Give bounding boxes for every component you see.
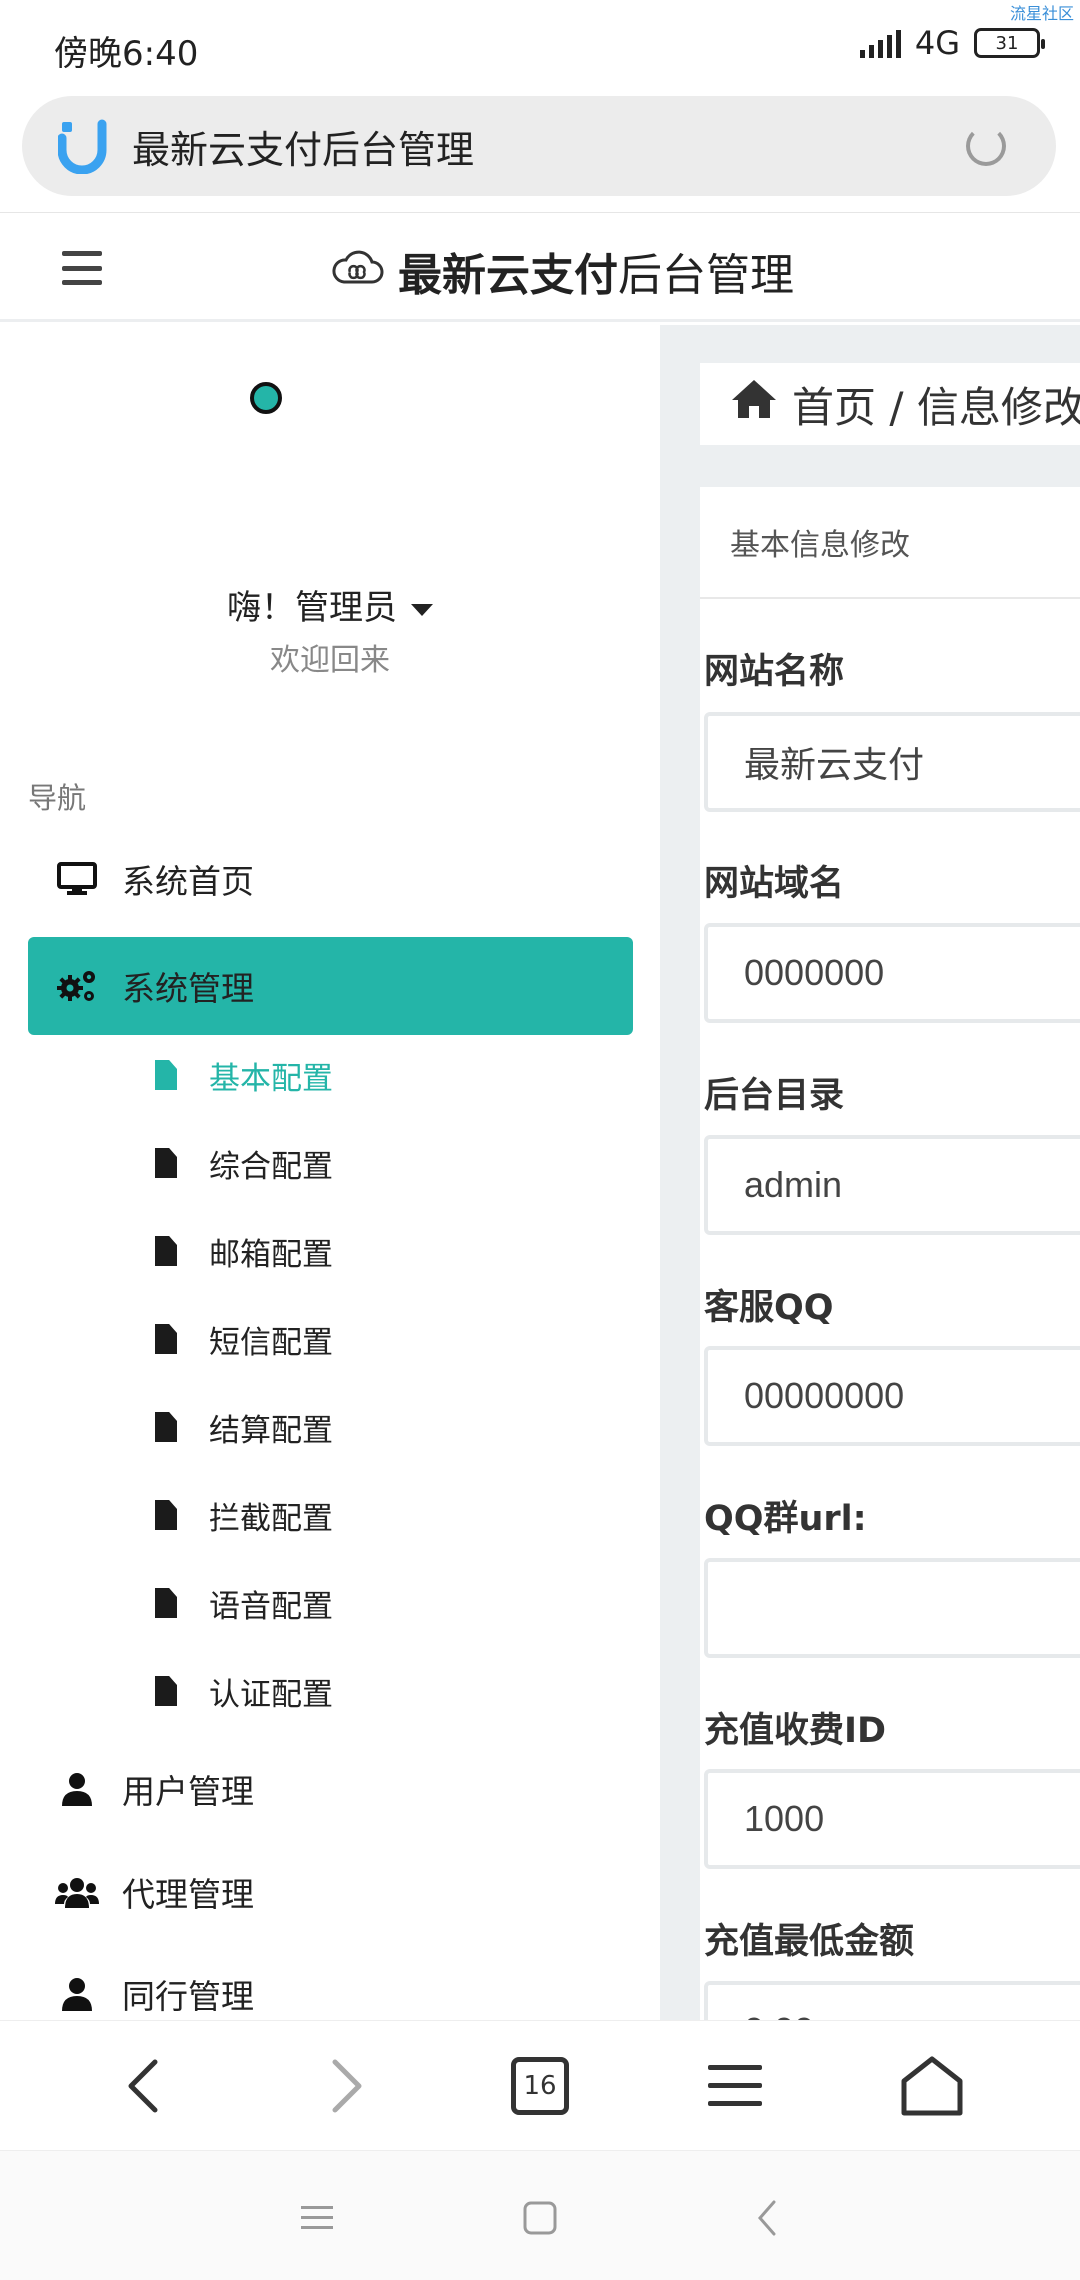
file-icon [155, 1148, 177, 1178]
status-bar: 傍晚6:40 流星社区 4G 31 [0, 0, 1080, 92]
home-icon[interactable] [730, 378, 778, 430]
card-title: 基本信息修改 [700, 487, 1080, 599]
subitem-intercept-config[interactable]: 拦截配置 [155, 1485, 333, 1545]
subitem-sms-config[interactable]: 短信配置 [155, 1309, 333, 1369]
sidebar-item-system[interactable]: 系统管理 [28, 937, 633, 1035]
breadcrumb-text: 首页 / 信息修改 [792, 382, 1080, 432]
nav-heading: 导航 [28, 781, 87, 815]
subitem-general-config[interactable]: 综合配置 [155, 1133, 333, 1193]
tab-count: 16 [511, 2057, 569, 2115]
field-label-qq-group-url: QQ群url: [704, 1499, 867, 1539]
field-label-domain: 网站域名 [704, 864, 845, 904]
brand: 最新云支付后台管理 [330, 239, 794, 303]
signal-icon [859, 28, 901, 58]
welcome-text: 欢迎回来 [270, 643, 390, 678]
user-icon [54, 1977, 100, 2011]
home-page-icon[interactable] [897, 2051, 967, 2121]
users-icon [54, 1876, 100, 1908]
subitem-settlement-config[interactable]: 结算配置 [155, 1397, 333, 1457]
sidebar-item-dashboard[interactable]: 系统首页 [28, 830, 633, 928]
user-icon [54, 1772, 100, 1806]
sidebar-item-label: 系统首页 [122, 862, 254, 901]
status-indicators: 4G 31 [859, 24, 1045, 62]
reload-icon[interactable] [966, 126, 1006, 166]
tabs-button[interactable]: 16 [505, 2051, 575, 2121]
cloud-icon [330, 246, 384, 297]
sidebar-item-label: 用户管理 [122, 1772, 254, 1811]
breadcrumb: 首页 / 信息修改 [700, 363, 1080, 445]
file-icon [155, 1060, 177, 1090]
brand-name: 最新云支付 [398, 250, 618, 301]
sidebar-item-users[interactable]: 用户管理 [28, 1740, 633, 1838]
file-icon [155, 1236, 177, 1266]
file-icon [155, 1324, 177, 1354]
subitem-voice-config[interactable]: 语音配置 [155, 1573, 333, 1633]
battery-level: 31 [995, 32, 1019, 54]
browser-toolbar: 16 [0, 2020, 1080, 2150]
sidebar-item-peers[interactable]: 同行管理 [28, 1945, 633, 2020]
sidebar: 嗨！管理员 欢迎回来 导航 系统首页 系统管理 基本配置 综合配置 邮箱配置 短… [0, 325, 660, 2020]
field-label-min-recharge: 充值最低金额 [704, 1922, 915, 1962]
brand-subtitle: 后台管理 [618, 250, 794, 301]
sidebar-item-label: 同行管理 [122, 1977, 254, 2016]
home-nav-icon[interactable] [515, 2193, 565, 2243]
recent-apps-icon[interactable] [292, 2193, 342, 2243]
field-label-recharge-fee-id: 充值收费ID [704, 1711, 887, 1751]
min-recharge-input[interactable]: 0.00 [704, 1981, 1080, 2020]
field-label-service-qq: 客服QQ [704, 1288, 834, 1328]
cogs-icon [54, 968, 100, 1004]
file-icon [155, 1588, 177, 1618]
app-header: 最新云支付后台管理 [0, 212, 1080, 322]
domain-input[interactable]: 0000000 [704, 923, 1080, 1023]
back-icon[interactable] [108, 2051, 178, 2121]
subitem-email-config[interactable]: 邮箱配置 [155, 1221, 333, 1281]
network-type: 4G [914, 24, 960, 62]
back-nav-icon[interactable] [742, 2193, 792, 2243]
qq-group-url-input[interactable] [704, 1558, 1080, 1658]
site-name-input[interactable]: 最新云支付 [704, 712, 1080, 812]
watermark: 流星社区 [1009, 4, 1074, 23]
menu-icon[interactable] [700, 2051, 770, 2121]
admin-dir-input[interactable]: admin [704, 1135, 1080, 1235]
file-icon [155, 1412, 177, 1442]
avatar[interactable] [250, 382, 282, 414]
battery-icon: 31 [974, 28, 1045, 58]
file-icon [155, 1676, 177, 1706]
caret-down-icon [411, 603, 433, 616]
site-logo-icon [57, 118, 114, 175]
file-icon [155, 1500, 177, 1530]
address-title: 最新云支付后台管理 [132, 127, 475, 172]
field-label-admin-dir: 后台目录 [704, 1076, 845, 1116]
main-content: 首页 / 信息修改 基本信息修改 网站名称 最新云支付 网站域名 0000000… [660, 325, 1080, 2020]
subitem-basic-config[interactable]: 基本配置 [155, 1045, 333, 1105]
sidebar-item-agents[interactable]: 代理管理 [28, 1843, 633, 1941]
service-qq-input[interactable]: 00000000 [704, 1346, 1080, 1446]
field-label-site-name: 网站名称 [704, 652, 845, 692]
recharge-fee-id-input[interactable]: 1000 [704, 1769, 1080, 1869]
user-greeting[interactable]: 嗨！管理员 [0, 580, 660, 629]
subitem-auth-config[interactable]: 认证配置 [155, 1661, 333, 1721]
forward-icon[interactable] [312, 2051, 382, 2121]
menu-toggle-icon[interactable] [62, 251, 102, 285]
sidebar-item-label: 代理管理 [122, 1875, 254, 1914]
monitor-icon [54, 862, 100, 896]
system-nav-bar [0, 2150, 1080, 2280]
sidebar-item-label: 系统管理 [122, 969, 254, 1008]
address-bar[interactable]: 最新云支付后台管理 [22, 96, 1056, 196]
status-time: 傍晚6:40 [54, 34, 199, 74]
